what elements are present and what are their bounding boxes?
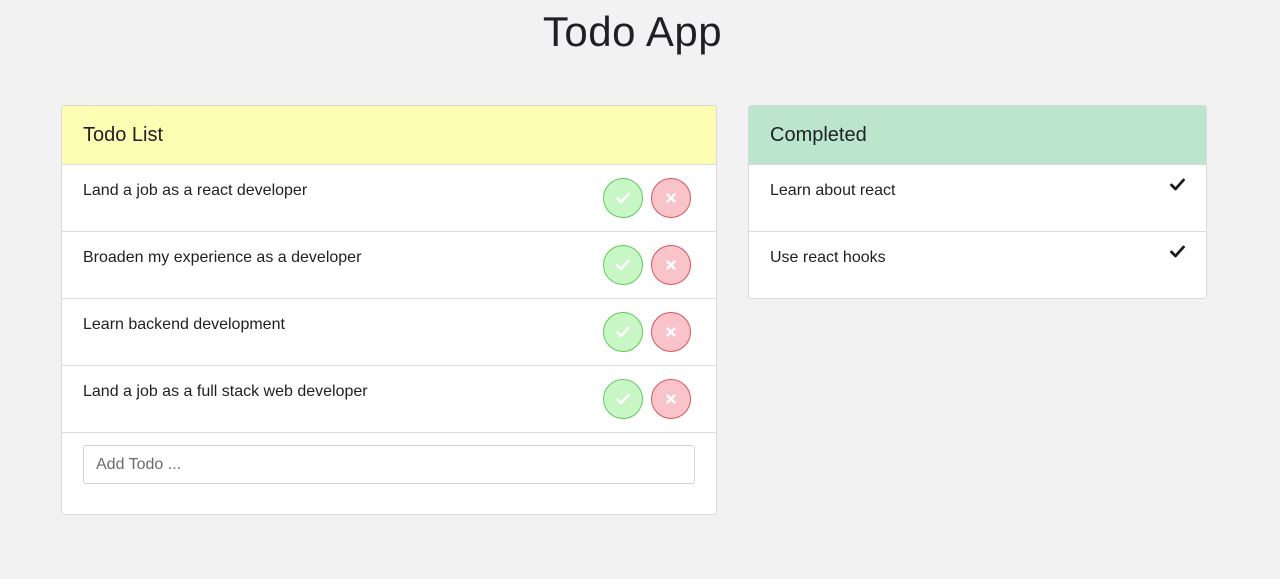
todo-item: Broaden my experience as a developer [62,232,716,299]
completed-card: Completed Learn about react Use react ho… [748,105,1207,299]
check-icon [1170,245,1185,258]
delete-todo-button[interactable] [651,379,691,419]
complete-todo-button[interactable] [603,178,643,218]
complete-todo-button[interactable] [603,379,643,419]
close-icon [666,193,676,203]
check-icon [1170,178,1185,191]
check-icon [616,326,630,338]
delete-todo-button[interactable] [651,178,691,218]
complete-todo-button[interactable] [603,312,643,352]
todo-list-card: Todo List Land a job as a react develope… [61,105,717,515]
completed-header: Completed [749,106,1206,165]
completed-title: Completed [770,123,867,146]
add-todo-input[interactable] [83,445,695,484]
check-icon [616,259,630,271]
todo-list-title: Todo List [83,123,164,146]
close-icon [666,327,676,337]
close-icon [666,260,676,270]
completed-item-label: Use react hooks [770,249,886,266]
completed-item-label: Learn about react [770,182,896,199]
check-icon [616,192,630,204]
add-todo-form [62,433,716,484]
delete-todo-button[interactable] [651,245,691,285]
todo-item: Learn backend development [62,299,716,366]
close-icon [666,394,676,404]
completed-item: Use react hooks [749,232,1206,298]
complete-todo-button[interactable] [603,245,643,285]
todo-list-header: Todo List [62,106,716,165]
todo-item: Land a job as a full stack web developer [62,366,716,433]
check-icon [616,393,630,405]
delete-todo-button[interactable] [651,312,691,352]
completed-item: Learn about react [749,165,1206,232]
page-title: Todo App [542,8,723,55]
todo-item: Land a job as a react developer [62,165,716,232]
